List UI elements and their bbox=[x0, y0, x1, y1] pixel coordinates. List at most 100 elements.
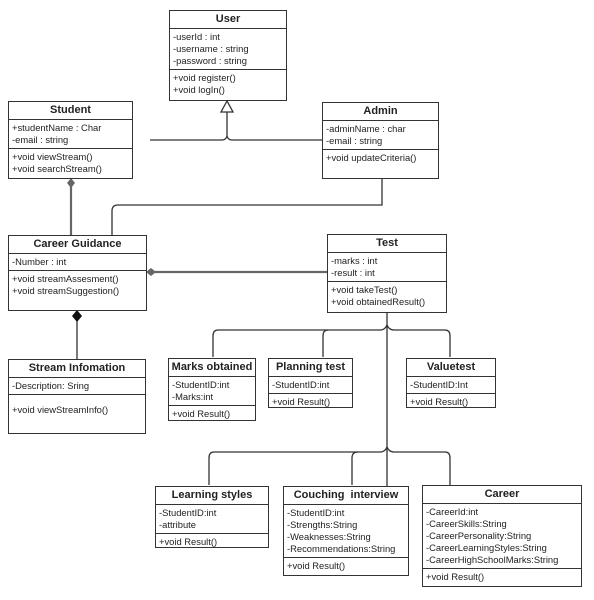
attributes: -adminName : char -email : string bbox=[323, 121, 438, 150]
attribute: -attribute bbox=[159, 519, 196, 530]
operations: +void streamAssesment() +void streamSugg… bbox=[9, 271, 146, 299]
generalization-arrowhead bbox=[219, 99, 235, 113]
operation: +void streamAssesment() bbox=[12, 273, 119, 284]
class-stream-information[interactable]: Stream Infomation -Description: Sring +v… bbox=[8, 359, 146, 434]
attribute: -CareerId:int bbox=[426, 506, 479, 517]
generalization-student-user bbox=[150, 112, 228, 141]
operations: +void Result() bbox=[156, 534, 268, 550]
class-planning-test[interactable]: Planning test -StudentID:int +void Resul… bbox=[268, 358, 353, 408]
attributes: -StudentID:int -Strengths:String -Weakne… bbox=[284, 505, 408, 558]
operation: +void Result() bbox=[272, 396, 331, 407]
class-test[interactable]: Test -marks : int -result : int +void ta… bbox=[327, 234, 447, 313]
attributes: -StudentID:int -Marks:int bbox=[169, 377, 255, 406]
class-name: User bbox=[170, 11, 286, 29]
attribute: -Strengths:String bbox=[287, 519, 358, 530]
association-test-valuetest bbox=[386, 324, 451, 357]
attribute: -result : int bbox=[331, 267, 375, 278]
operations: +void Result() bbox=[407, 394, 495, 410]
association-test-career bbox=[386, 446, 451, 485]
attributes: -StudentID:int bbox=[269, 377, 352, 394]
operations: +void Result() bbox=[423, 569, 581, 585]
attribute: -email : string bbox=[12, 134, 69, 145]
class-couching-interview[interactable]: Couching interview -StudentID:int -Stren… bbox=[283, 486, 409, 576]
operation: +void viewStreamInfo() bbox=[12, 404, 109, 415]
attribute: -adminName : char bbox=[326, 123, 406, 134]
operation: +void register() bbox=[173, 72, 236, 83]
attribute: -password : string bbox=[173, 55, 247, 66]
attributes: -CareerId:int -CareerSkills:String -Care… bbox=[423, 504, 581, 569]
generalization-admin-user bbox=[226, 135, 322, 141]
operation: +void updateCriteria() bbox=[326, 152, 417, 163]
attribute: -username : string bbox=[173, 43, 249, 54]
attribute: -StudentID:int bbox=[172, 379, 230, 390]
class-name: Stream Infomation bbox=[9, 360, 145, 378]
attribute: -marks : int bbox=[331, 255, 378, 266]
attribute: -StudentID:int bbox=[287, 507, 345, 518]
attribute: -Marks:int bbox=[172, 391, 214, 402]
composition-diamond-careerguidance-right bbox=[146, 268, 156, 276]
attributes: +studentName : Char -email : string bbox=[9, 120, 132, 149]
association-admin-careerguidance bbox=[111, 178, 383, 236]
attribute: +studentName : Char bbox=[12, 122, 102, 133]
attribute: -CareerHighSchoolMarks:String bbox=[426, 554, 559, 565]
class-marks-obtained[interactable]: Marks obtained -StudentID:int -Marks:int… bbox=[168, 358, 256, 421]
class-student[interactable]: Student +studentName : Char -email : str… bbox=[8, 101, 133, 179]
operation: +void Result() bbox=[426, 571, 485, 582]
class-valuetest[interactable]: Valuetest -StudentID:Int +void Result() bbox=[406, 358, 496, 408]
attributes: -Description: Sring bbox=[9, 378, 145, 395]
operations: +void Result() bbox=[284, 558, 408, 574]
attribute: -userId : int bbox=[173, 31, 220, 42]
attribute: -StudentID:int bbox=[272, 379, 330, 390]
class-name: Valuetest bbox=[407, 359, 495, 377]
operation: +void Result() bbox=[410, 396, 469, 407]
attribute: -CareerSkills:String bbox=[426, 518, 507, 529]
class-name: Test bbox=[328, 235, 446, 253]
operations: +void viewStream() +void searchStream() bbox=[9, 149, 132, 177]
class-user[interactable]: User -userId : int -username : string -p… bbox=[169, 10, 287, 101]
class-name: Student bbox=[9, 102, 132, 120]
class-name: Learning styles bbox=[156, 487, 268, 505]
attribute: -StudentID:Int bbox=[410, 379, 468, 390]
operations: +void updateCriteria() bbox=[323, 150, 438, 166]
operation: +void searchStream() bbox=[12, 163, 102, 174]
class-learning-styles[interactable]: Learning styles -StudentID:int -attribut… bbox=[155, 486, 269, 548]
operation: +void Result() bbox=[287, 560, 346, 571]
operation: +void streamSuggestion() bbox=[12, 285, 120, 296]
association-test-learningstyles bbox=[208, 446, 388, 485]
class-admin[interactable]: Admin -adminName : char -email : string … bbox=[322, 102, 439, 179]
class-career-guidance[interactable]: Career Guidance -Number : int +void stre… bbox=[8, 235, 147, 311]
operations: +void Result() bbox=[269, 394, 352, 410]
attribute: -CareerLearningStyles:String bbox=[426, 542, 547, 553]
association-test-planningtest bbox=[322, 329, 329, 357]
operation: +void takeTest() bbox=[331, 284, 398, 295]
class-name: Career Guidance bbox=[9, 236, 146, 254]
class-name: Career bbox=[423, 486, 581, 504]
composition-diamond-careerguidance-bottom bbox=[72, 310, 82, 322]
composition-diamond-student bbox=[67, 178, 75, 188]
operations: +void register() +void logIn() bbox=[170, 70, 286, 98]
attribute: -StudentID:int bbox=[159, 507, 217, 518]
class-name: Marks obtained bbox=[169, 359, 255, 377]
attribute: -email : string bbox=[326, 135, 383, 146]
class-career[interactable]: Career -CareerId:int -CareerSkills:Strin… bbox=[422, 485, 582, 587]
operations: +void Result() bbox=[169, 406, 255, 422]
attribute: -Description: Sring bbox=[12, 380, 90, 391]
attribute: -Recommendations:String bbox=[287, 543, 396, 554]
class-name: Planning test bbox=[269, 359, 352, 377]
operations: +void takeTest() +void obtainedResult() bbox=[328, 282, 446, 310]
operation: +void Result() bbox=[159, 536, 218, 547]
class-name: Couching interview bbox=[284, 487, 408, 505]
attribute: -CareerPersonality:String bbox=[426, 530, 532, 541]
association-test-couchinginterview bbox=[351, 451, 359, 485]
attributes: -userId : int -username : string -passwo… bbox=[170, 29, 286, 70]
attributes: -StudentID:Int bbox=[407, 377, 495, 394]
class-name: Admin bbox=[323, 103, 438, 121]
operation: +void viewStream() bbox=[12, 151, 93, 162]
attributes: -Number : int bbox=[9, 254, 146, 271]
attributes: -StudentID:int -attribute bbox=[156, 505, 268, 534]
operations: +void viewStreamInfo() bbox=[9, 395, 145, 418]
attribute: -Number : int bbox=[12, 256, 67, 267]
attributes: -marks : int -result : int bbox=[328, 253, 446, 282]
association-test-marksobtained bbox=[212, 324, 388, 357]
operation: +void logIn() bbox=[173, 84, 225, 95]
